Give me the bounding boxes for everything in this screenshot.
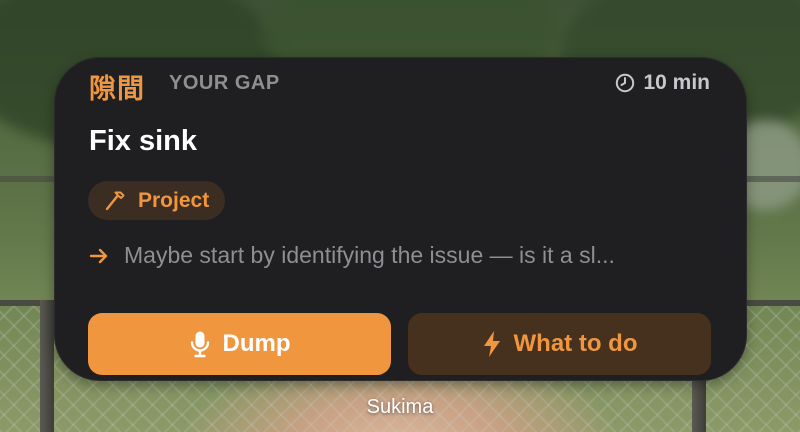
dump-button[interactable]: Dump — [88, 313, 391, 375]
duration-label: 10 min — [643, 71, 710, 94]
dump-button-label: Dump — [222, 330, 291, 357]
widget-logo-kanji: 隙間 — [89, 74, 145, 105]
suggestion-hint: Maybe start by identifying the issue — i… — [88, 242, 708, 269]
category-tag: Project — [88, 181, 226, 220]
what-to-do-button-label: What to do — [513, 330, 638, 357]
category-tag-label: Project — [138, 188, 210, 212]
lightning-bolt-icon — [483, 331, 500, 357]
microphone-icon — [190, 331, 209, 358]
sukima-widget[interactable]: 隙間 YOUR GAP 10 min Fix sink Project Mayb… — [54, 57, 747, 381]
clock-icon — [616, 73, 635, 93]
what-to-do-button[interactable]: What to do — [408, 313, 711, 375]
suggestion-text: Maybe start by identifying the issue — i… — [124, 242, 615, 268]
arrow-right-icon — [89, 248, 108, 263]
home-screen: 隙間 YOUR GAP 10 min Fix sink Project Mayb… — [0, 0, 800, 432]
duration-indicator: 10 min — [615, 71, 710, 95]
task-title: Fix sink — [89, 125, 197, 157]
hammer-icon — [105, 191, 125, 210]
widget-app-name: Sukima — [366, 396, 434, 418]
header-label: YOUR GAP — [169, 72, 280, 94]
